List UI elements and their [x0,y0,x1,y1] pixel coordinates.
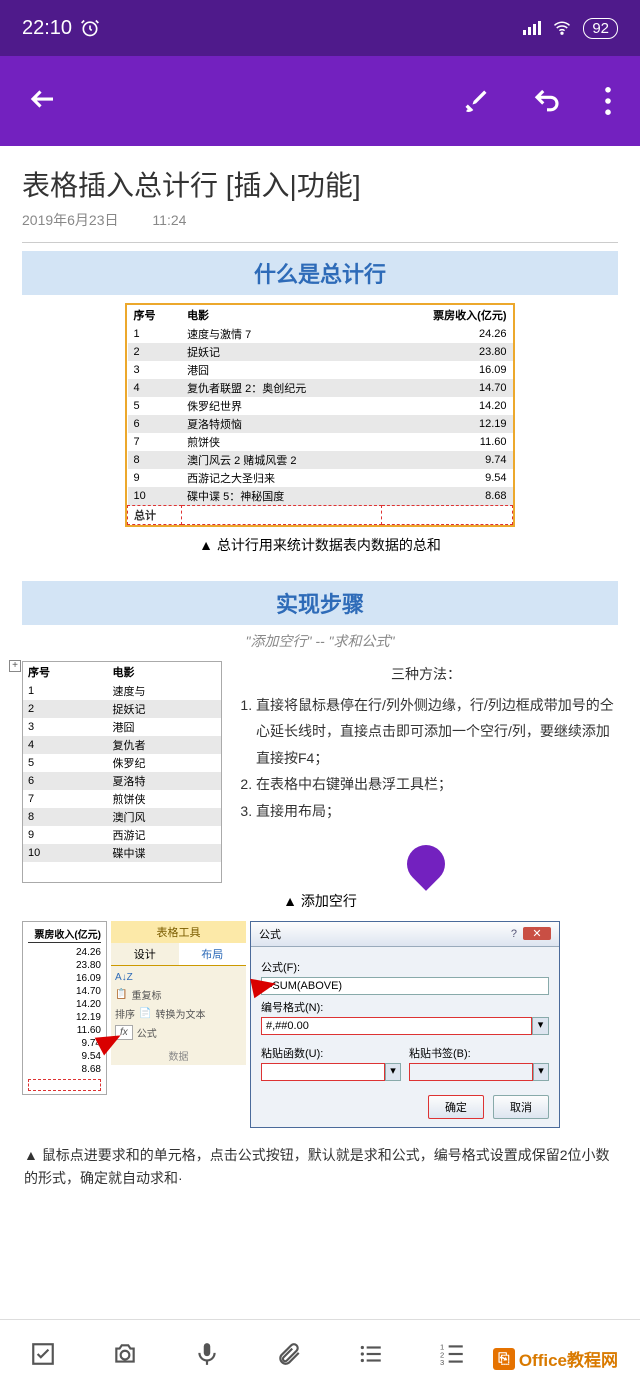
table-row: 9西游记之大圣归来9.54 [128,469,513,487]
list-item: 在表格中右键弹出悬浮工具栏； [256,771,618,798]
tab-design[interactable]: 设计 [111,943,179,965]
chevron-down-icon[interactable]: ▾ [532,1017,549,1035]
table-row: 6夏洛特 [23,772,221,790]
arrow-icon [250,973,278,998]
add-row-handle[interactable]: + [9,660,21,672]
table-row: 8澳门风云 2 赌城风雲 29.74 [128,451,513,469]
table-row: 4复仇者联盟 2：奥创纪元14.70 [128,379,513,397]
table-row: 1速度与激情 724.26 [128,325,513,343]
methods-title: 三种方法： [234,661,618,688]
note-date: 2019年6月23日 [22,212,119,228]
chevron-down-icon[interactable]: ▾ [385,1063,401,1081]
close-icon[interactable]: ✕ [523,927,551,940]
status-bar: 22:10 92 [0,0,640,56]
svg-text:3: 3 [440,1357,444,1366]
wifi-icon [551,19,573,37]
ribbon: 表格工具 设计 布局 A↓Z 📋重复标 排序 📄转换为文本 fx 公式 数据 [111,921,246,1065]
ribbon-title: 表格工具 [111,921,246,943]
methods-block: 三种方法： 直接将鼠标悬停在行/列外侧边缘，行/列边框成带加号的仝心延长线时，直… [234,661,618,883]
office-logo-icon: ⎘ [493,1348,515,1370]
table-row: 2捉妖记 [23,700,221,718]
table-row: 7煎饼侠11.60 [128,433,513,451]
chevron-down-icon[interactable]: ▾ [533,1063,549,1081]
table-row: 10碟中谍 [23,844,221,862]
list-item: 直接用布局； [256,798,618,825]
divider [22,242,618,243]
checkbox-icon[interactable] [30,1341,56,1367]
section1-heading: 什么是总计行 [22,251,618,295]
table-row: 5侏罗纪 [23,754,221,772]
table-row: 1速度与 [23,682,221,700]
microphone-icon[interactable] [194,1341,220,1367]
ok-button[interactable]: 确定 [428,1095,484,1119]
note-time: 11:24 [152,212,186,228]
note-content[interactable]: 表格插入总计行 [插入|功能] 2019年6月23日 11:24 什么是总计行 … [0,146,640,1191]
formula-dialog: 公式 ? ✕ 公式(F): 编号格式(N): ▾ 粘贴函数(U):▾ 粘贴书签(… [250,921,560,1128]
section2-caption: ▲ 添加空行 [22,891,618,911]
table-row: 4复仇者 [23,736,221,754]
attachment-icon[interactable] [276,1341,302,1367]
back-icon[interactable] [28,84,58,114]
table-row: 2捉妖记23.80 [128,343,513,361]
undo-icon[interactable] [532,86,562,116]
watermark: ⎘ Office教程网 [493,1346,618,1371]
paste-bm-input[interactable] [409,1063,533,1081]
tab-layout[interactable]: 布局 [179,943,247,965]
formula-button[interactable]: fx 公式 [115,1023,242,1042]
signal-icon [523,21,541,35]
dialog-title: 公式 [259,926,281,942]
list-item: 直接将鼠标悬停在行/列外侧边缘，行/列边框成带加号的仝心延长线时，直接点击即可添… [256,692,618,772]
ink-drop-icon [399,837,453,891]
paste-fn-input[interactable] [261,1063,385,1081]
numbered-list-icon[interactable]: 123 [440,1341,466,1367]
formula-input[interactable] [261,977,549,995]
mini-table: + 序号电影 1速度与2捉妖记3港囧4复仇者5侏罗纪6夏洛特7煎饼侠8澳门风9西… [22,661,222,883]
table-row: 9西游记 [23,826,221,844]
note-meta: 2019年6月23日 11:24 [22,210,618,230]
example-table: 序号 电影 票房收入(亿元) 1速度与激情 724.262捉妖记23.803港囧… [125,303,515,527]
format-input[interactable] [261,1017,532,1035]
section3-desc: ▲ 鼠标点进要求和的单元格，点击公式按钮，默认就是求和公式，编号格式设置成保留2… [24,1144,616,1192]
section2-heading: 实现步骤 [22,581,618,625]
total-row: 总计 [128,506,513,525]
alarm-icon [80,18,100,38]
battery-indicator: 92 [583,18,618,39]
table-row: 7煎饼侠 [23,790,221,808]
table-row: 6夏洛特烦恼12.19 [128,415,513,433]
note-title[interactable]: 表格插入总计行 [插入|功能] [22,164,618,204]
table-row: 8澳门风 [23,808,221,826]
values-column: 票房收入(亿元) 24.2623.8016.0914.7014.2012.191… [22,921,107,1095]
section2-quote: "添加空行" -- "求和公式" [22,631,618,651]
section1-caption: ▲ 总计行用来统计数据表内数据的总和 [22,535,618,555]
status-time: 22:10 [22,17,72,40]
target-cell [28,1079,101,1091]
table-row: 3港囧16.09 [128,361,513,379]
pen-icon[interactable] [462,87,490,115]
more-icon[interactable] [604,87,612,115]
table-row: 3港囧 [23,718,221,736]
camera-icon[interactable] [112,1341,138,1367]
table-header: 序号 电影 票房收入(亿元) [128,305,513,325]
cancel-button[interactable]: 取消 [493,1095,549,1119]
table-row: 10碟中谍 5：神秘国度8.68 [128,487,513,506]
section3-row: 票房收入(亿元) 24.2623.8016.0914.7014.2012.191… [22,921,618,1128]
table-row: 5侏罗纪世界14.20 [128,397,513,415]
list-icon[interactable] [358,1341,384,1367]
help-icon[interactable]: ? [511,928,517,940]
app-bar [0,56,640,146]
